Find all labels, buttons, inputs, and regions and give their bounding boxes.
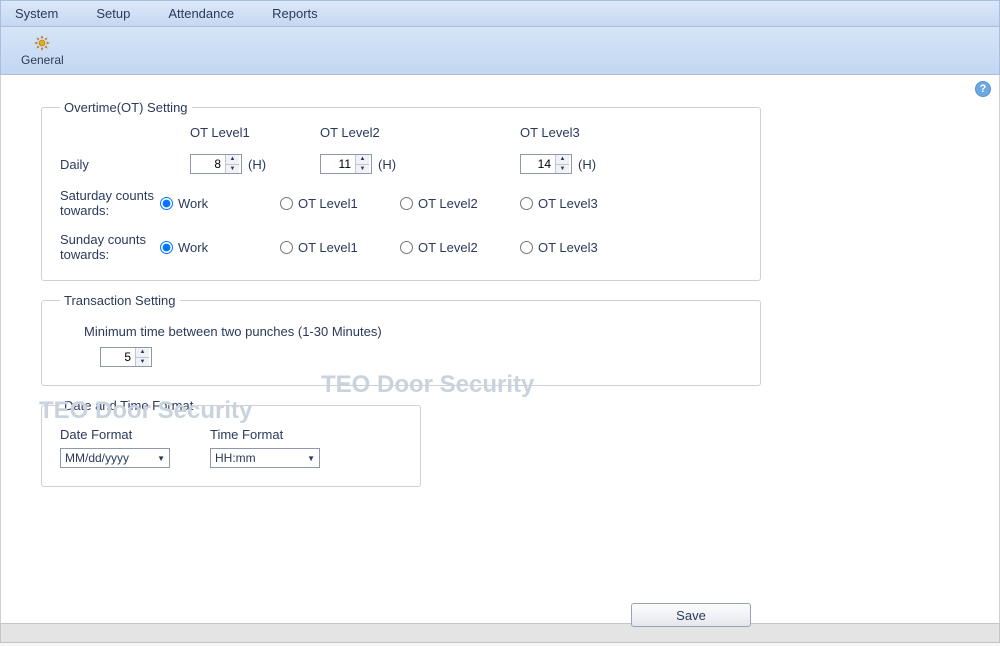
sat-l3-radio[interactable]: OT Level3 bbox=[520, 196, 640, 211]
date-format-value: MM/dd/yyyy bbox=[65, 451, 129, 465]
ot-l3-spinner[interactable]: ▲▼ bbox=[520, 154, 572, 174]
sun-l3-radio[interactable]: OT Level3 bbox=[520, 240, 640, 255]
daily-label: Daily bbox=[60, 157, 160, 172]
ot-l2-spinner[interactable]: ▲▼ bbox=[320, 154, 372, 174]
sat-l2-radio[interactable]: OT Level2 bbox=[400, 196, 520, 211]
spin-down-icon[interactable]: ▼ bbox=[356, 165, 369, 174]
toolbar: General bbox=[0, 27, 1000, 75]
menu-system[interactable]: System bbox=[15, 6, 58, 21]
ot-header-l1: OT Level1 bbox=[160, 125, 310, 140]
spin-down-icon[interactable]: ▼ bbox=[136, 358, 149, 367]
overtime-legend: Overtime(OT) Setting bbox=[60, 100, 192, 115]
ot-l1-spinner[interactable]: ▲▼ bbox=[190, 154, 242, 174]
menubar: System Setup Attendance Reports bbox=[0, 0, 1000, 27]
time-format-label: Time Format bbox=[210, 427, 320, 442]
date-format-select[interactable]: MM/dd/yyyy ▼ bbox=[60, 448, 170, 468]
spin-down-icon[interactable]: ▼ bbox=[226, 165, 239, 174]
status-bar bbox=[0, 623, 1000, 643]
general-label: General bbox=[21, 53, 64, 67]
spin-up-icon[interactable]: ▲ bbox=[136, 348, 149, 358]
sat-work-radio[interactable]: Work bbox=[160, 196, 280, 211]
datetime-fieldset: Date and Time Format Date Format MM/dd/y… bbox=[41, 398, 421, 487]
menu-setup[interactable]: Setup bbox=[96, 6, 130, 21]
sun-work-radio[interactable]: Work bbox=[160, 240, 280, 255]
chevron-down-icon: ▼ bbox=[307, 454, 315, 463]
spin-up-icon[interactable]: ▲ bbox=[226, 155, 239, 165]
spin-up-icon[interactable]: ▲ bbox=[356, 155, 369, 165]
unit-label: (H) bbox=[378, 157, 396, 172]
transaction-note: Minimum time between two punches (1-30 M… bbox=[84, 324, 742, 339]
save-button[interactable]: Save bbox=[631, 603, 751, 627]
sat-l1-radio[interactable]: OT Level1 bbox=[280, 196, 400, 211]
content-area: ? TEO Door Security TEO Door Security Ov… bbox=[0, 75, 1000, 623]
time-format-value: HH:mm bbox=[215, 451, 256, 465]
ot-header-l2: OT Level2 bbox=[310, 125, 510, 140]
ot-l2-input[interactable] bbox=[321, 155, 355, 173]
general-button[interactable]: General bbox=[21, 35, 64, 67]
spin-up-icon[interactable]: ▲ bbox=[556, 155, 569, 165]
sun-l2-radio[interactable]: OT Level2 bbox=[400, 240, 520, 255]
unit-label: (H) bbox=[578, 157, 596, 172]
unit-label: (H) bbox=[248, 157, 266, 172]
min-time-spinner[interactable]: ▲▼ bbox=[100, 347, 152, 367]
datetime-legend: Date and Time Format bbox=[60, 398, 197, 413]
ot-header-l3: OT Level3 bbox=[510, 125, 710, 140]
transaction-fieldset: Transaction Setting Minimum time between… bbox=[41, 293, 761, 386]
time-format-select[interactable]: HH:mm ▼ bbox=[210, 448, 320, 468]
transaction-legend: Transaction Setting bbox=[60, 293, 180, 308]
spin-down-icon[interactable]: ▼ bbox=[556, 165, 569, 174]
ot-l1-input[interactable] bbox=[191, 155, 225, 173]
overtime-fieldset: Overtime(OT) Setting OT Level1 OT Level2… bbox=[41, 100, 761, 281]
gear-icon bbox=[34, 35, 50, 51]
help-icon[interactable]: ? bbox=[975, 81, 991, 97]
min-time-input[interactable] bbox=[101, 348, 135, 366]
sun-l1-radio[interactable]: OT Level1 bbox=[280, 240, 400, 255]
ot-l3-input[interactable] bbox=[521, 155, 555, 173]
menu-reports[interactable]: Reports bbox=[272, 6, 318, 21]
date-format-label: Date Format bbox=[60, 427, 170, 442]
chevron-down-icon: ▼ bbox=[157, 454, 165, 463]
menu-attendance[interactable]: Attendance bbox=[168, 6, 234, 21]
